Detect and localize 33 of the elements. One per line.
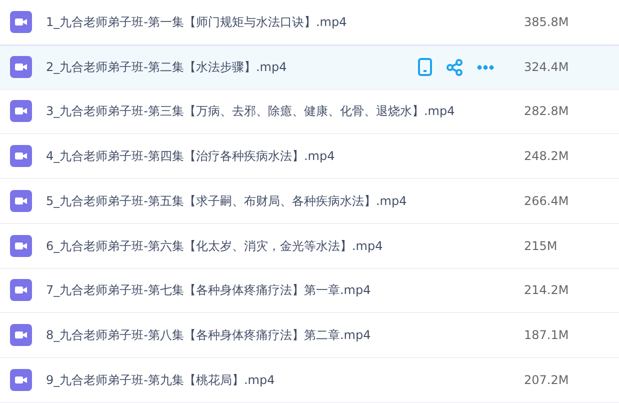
file-size: 248.2M	[524, 148, 570, 166]
video-file-icon	[10, 279, 32, 302]
video-file-icon	[10, 234, 32, 257]
video-file-icon	[10, 56, 32, 78]
file-name: 2_九合老师弟子班-第二集【水法步骤】.mp4	[46, 59, 287, 76]
file-size: 282.8M	[524, 103, 570, 120]
file-size: 214.2M	[524, 282, 570, 300]
file-name: 8_九合老师弟子班-第八集【各种身体疼痛疗法】第二章.mp4	[46, 327, 371, 344]
file-size: 207.2M	[524, 372, 570, 389]
file-name: 3_九合老师弟子班-第三集【万病、去邪、除癔、健康、化骨、退烧水】.mp4	[46, 103, 455, 120]
file-size: 266.4M	[524, 192, 570, 210]
file-name: 7_九合老师弟子班-第七集【各种身体疼痛疗法】第一章.mp4	[46, 282, 371, 300]
video-file-icon	[10, 10, 32, 33]
more-icon[interactable]	[477, 64, 494, 70]
file-name: 4_九合老师弟子班-第四集【治疗各种疾病水法】.mp4	[46, 148, 335, 166]
file-row[interactable]: 7_九合老师弟子班-第七集【各种身体疼痛疗法】第一章.mp4 214.2M	[0, 268, 619, 314]
video-file-icon	[10, 145, 32, 168]
video-file-icon	[10, 190, 32, 212]
video-file-icon	[10, 324, 32, 346]
file-name: 9_九合老师弟子班-第九集【桃花局】.mp4	[46, 372, 275, 389]
video-file-icon	[10, 100, 32, 122]
share-icon[interactable]	[446, 58, 463, 76]
video-file-icon	[10, 368, 32, 391]
phone-icon[interactable]	[418, 58, 432, 76]
file-name: 6_九合老师弟子班-第六集【化太岁、消灾，金光等水法】.mp4	[46, 238, 383, 255]
file-name: 5_九合老师弟子班-第五集【求子嗣、布财局、各种疾病水法】.mp4	[46, 192, 407, 210]
file-size: 187.1M	[524, 327, 570, 344]
file-size: 215M	[524, 238, 558, 255]
file-size: 324.4M	[524, 59, 570, 76]
file-size: 385.8M	[524, 14, 570, 31]
file-row[interactable]: 3_九合老师弟子班-第三集【万病、去邪、除癔、健康、化骨、退烧水】.mp4 282.8M	[0, 90, 619, 134]
file-name: 1_九合老师弟子班-第一集【师门规矩与水法口诀】.mp4	[46, 14, 347, 31]
file-row[interactable]: 2_九合老师弟子班-第二集【水法步骤】.mp4 324.4M	[0, 44, 619, 90]
